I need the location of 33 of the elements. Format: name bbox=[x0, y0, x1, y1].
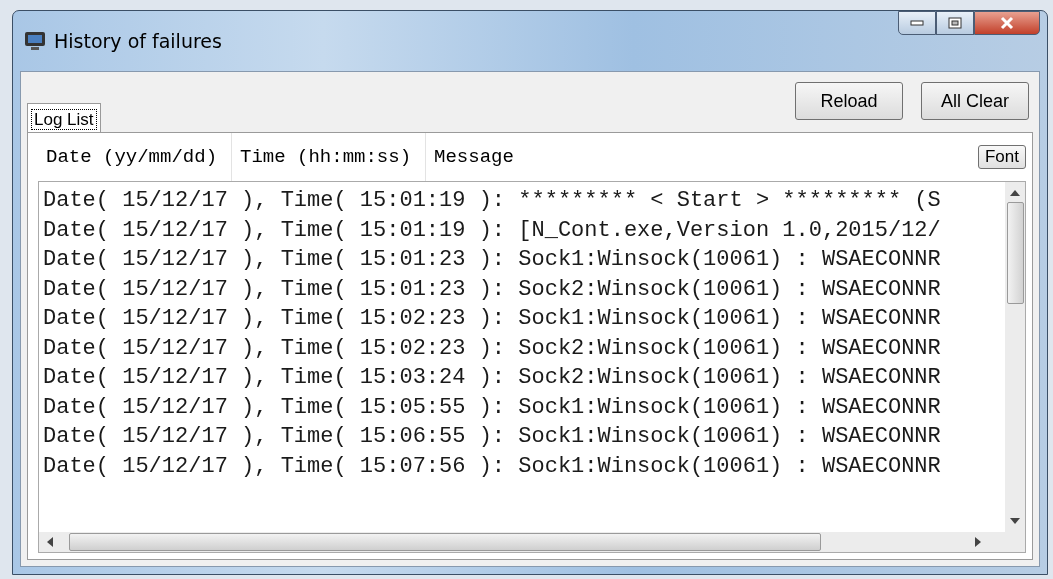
log-line[interactable]: Date( 15/12/17 ), Time( 15:02:23 ): Sock2:Winsock(10061) : WSAECONNR bbox=[43, 333, 941, 363]
font-button[interactable]: Font bbox=[977, 145, 1026, 169]
close-button[interactable] bbox=[974, 11, 1040, 35]
maximize-icon bbox=[948, 17, 962, 29]
scroll-left-icon[interactable] bbox=[47, 537, 53, 547]
column-header[interactable]: Date (yy/mm/dd) bbox=[38, 133, 233, 181]
column-header[interactable]: Time (hh:mm:ss) bbox=[232, 133, 427, 181]
log-line[interactable]: Date( 15/12/17 ), Time( 15:03:24 ): Sock2:Winsock(10061) : WSAECONNR bbox=[43, 363, 941, 393]
scroll-up-icon[interactable] bbox=[1010, 190, 1020, 196]
action-button[interactable]: All Clear bbox=[921, 82, 1029, 120]
log-line[interactable]: Date( 15/12/17 ), Time( 15:01:23 ): Sock1:Winsock(10061) : WSAECONNR bbox=[43, 245, 941, 275]
log-line[interactable]: Date( 15/12/17 ), Time( 15:01:19 ): ********* < Start > ********* (S bbox=[43, 186, 941, 216]
action-button[interactable]: Reload bbox=[795, 82, 903, 120]
scroll-thumb[interactable] bbox=[1006, 202, 1024, 304]
log-line[interactable]: Date( 15/12/17 ), Time( 15:01:23 ): Sock2:Winsock(10061) : WSAECONNR bbox=[43, 274, 941, 304]
scroll-right-icon[interactable] bbox=[975, 537, 981, 547]
log-line[interactable]: Date( 15/12/17 ), Time( 15:05:55 ): Sock1:Winsock(10061) : WSAECONNR bbox=[43, 392, 941, 422]
monitor-icon bbox=[24, 31, 46, 51]
log-line[interactable]: Date( 15/12/17 ), Time( 15:02:23 ): Sock1:Winsock(10061) : WSAECONNR bbox=[43, 304, 941, 334]
minimize-icon bbox=[910, 20, 924, 26]
log-line[interactable]: Date( 15/12/17 ), Time( 15:01:19 ): [N_Cont.exe,Version 1.0,2015/12/ bbox=[43, 215, 941, 245]
maximize-button[interactable] bbox=[936, 11, 974, 35]
scroll-thumb[interactable] bbox=[69, 533, 821, 551]
close-icon bbox=[999, 16, 1015, 30]
horizontal-scrollbar[interactable] bbox=[39, 532, 1025, 552]
window-title: History of failures bbox=[54, 30, 222, 52]
minimize-button[interactable] bbox=[898, 11, 936, 35]
log-line[interactable]: Date( 15/12/17 ), Time( 15:07:56 ): Sock1:Winsock(10061) : WSAECONNR bbox=[43, 451, 941, 481]
vertical-scrollbar[interactable] bbox=[1005, 182, 1025, 532]
tab[interactable]: Log List bbox=[27, 103, 101, 133]
scroll-down-icon[interactable] bbox=[1010, 518, 1020, 524]
log-line[interactable]: Date( 15/12/17 ), Time( 15:06:55 ): Sock1:Winsock(10061) : WSAECONNR bbox=[43, 422, 941, 452]
column-header[interactable]: Message bbox=[426, 133, 528, 181]
